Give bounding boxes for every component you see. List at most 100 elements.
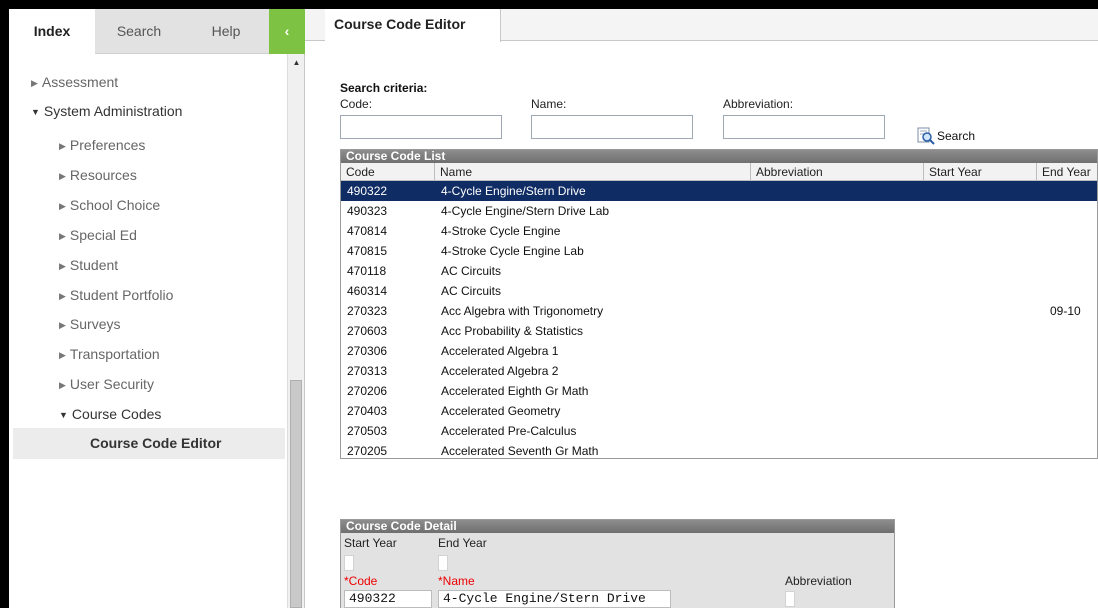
cell-name: 4-Stroke Cycle Engine Lab — [441, 244, 584, 258]
cell-code: 270503 — [347, 424, 388, 438]
tree-item-label: Resources — [69, 167, 137, 183]
tree-item-resources[interactable]: ▶ Resources — [59, 160, 137, 190]
tree-item-label: System Administration — [43, 103, 183, 119]
column-header-end-year[interactable]: End Year — [1037, 163, 1097, 181]
detail-start-year-label: Start Year — [344, 536, 397, 550]
tab-search[interactable]: Search — [95, 9, 183, 54]
table-row[interactable]: 270503 Accelerated Pre-Calculus — [341, 421, 1097, 441]
tree-item-student-portfolio[interactable]: ▶ Student Portfolio — [59, 280, 173, 310]
navigation-tree: ▶ Assessment ▼ System Administration ▶ Pref… — [9, 54, 285, 608]
cell-code: 470815 — [347, 244, 388, 258]
table-row[interactable]: 470118 AC Circuits — [341, 261, 1097, 281]
tree-item-course-codes[interactable]: ▼ Course Codes — [59, 399, 161, 429]
cell-name: Accelerated Seventh Gr Math — [441, 444, 599, 458]
table-row[interactable]: 460314 AC Circuits — [341, 281, 1097, 301]
tree-item-preferences[interactable]: ▶ Preferences — [59, 130, 145, 160]
tree-item-label: School Choice — [69, 197, 161, 213]
scrollbar-thumb[interactable] — [290, 380, 302, 608]
tab-help[interactable]: Help — [183, 9, 269, 54]
cell-name: Accelerated Algebra 1 — [441, 344, 559, 358]
triangle-right-icon: ▶ — [59, 350, 66, 360]
sidebar: Index Search Help ‹ ▶ Assessment ▼ System … — [9, 9, 305, 608]
triangle-right-icon: ▶ — [59, 320, 66, 330]
table-row[interactable]: 270206 Accelerated Eighth Gr Math — [341, 381, 1097, 401]
search-button[interactable]: Search — [917, 126, 975, 146]
course-code-list-title: Course Code List — [341, 150, 1097, 163]
tree-item-label: Course Codes — [71, 406, 162, 422]
column-header-abbreviation[interactable]: Abbreviation — [751, 163, 924, 181]
table-row[interactable]: 470814 4-Stroke Cycle Engine — [341, 221, 1097, 241]
cell-name: Accelerated Geometry — [441, 404, 561, 418]
cell-code: 490323 — [347, 204, 388, 218]
table-row[interactable]: 270313 Accelerated Algebra 2 — [341, 361, 1097, 381]
magnifier-document-icon — [917, 127, 935, 145]
tree-item-label: User Security — [69, 376, 154, 392]
cell-code: 270206 — [347, 384, 388, 398]
triangle-right-icon: ▶ — [59, 291, 66, 301]
chevron-left-icon: ‹ — [284, 23, 290, 39]
tab-course-code-editor[interactable]: Course Code Editor — [325, 9, 501, 42]
tree-item-special-ed[interactable]: ▶ Special Ed — [59, 220, 137, 250]
main-content: Course Code Editor Search criteria: Code… — [305, 9, 1098, 608]
sidebar-scrollbar[interactable]: ▲ — [287, 54, 304, 608]
column-header-name[interactable]: Name — [435, 163, 751, 181]
table-row[interactable]: 470815 4-Stroke Cycle Engine Lab — [341, 241, 1097, 261]
tree-item-assessment[interactable]: ▶ Assessment — [31, 67, 118, 97]
collapse-sidebar-button[interactable]: ‹ — [269, 9, 305, 54]
scroll-up-arrow-icon[interactable]: ▲ — [288, 58, 305, 67]
detail-name-input[interactable]: 4-Cycle Engine/Stern Drive — [438, 590, 671, 608]
table-header: Code Name Abbreviation Start Year End Ye… — [341, 163, 1097, 181]
code-search-input[interactable] — [340, 115, 502, 139]
tree-item-label: Surveys — [69, 316, 121, 332]
table-row[interactable]: 270403 Accelerated Geometry — [341, 401, 1097, 421]
cell-name: 4-Stroke Cycle Engine — [441, 224, 561, 238]
cell-code: 270306 — [347, 344, 388, 358]
table-row[interactable]: 270323 Acc Algebra with Trigonometry 09-10 — [341, 301, 1097, 321]
detail-abbreviation-label: Abbreviation — [785, 574, 852, 588]
search-criteria-title: Search criteria: — [340, 81, 428, 95]
course-code-list: Course Code List Code Name Abbreviation … — [340, 149, 1098, 459]
table-row[interactable]: 490323 4-Cycle Engine/Stern Drive Lab — [341, 201, 1097, 221]
cell-code: 470814 — [347, 224, 388, 238]
tree-item-student[interactable]: ▶ Student — [59, 250, 118, 280]
cell-code: 270603 — [347, 324, 388, 338]
detail-start-year-input[interactable] — [344, 555, 354, 571]
cell-name: Acc Probability & Statistics — [441, 324, 584, 338]
cell-end-year: 09-10 — [1050, 304, 1081, 318]
tree-item-label: Student — [69, 257, 119, 273]
triangle-right-icon: ▶ — [59, 141, 66, 151]
tree-item-school-choice[interactable]: ▶ School Choice — [59, 190, 160, 220]
search-button-label: Search — [937, 129, 976, 143]
cell-name: 4-Cycle Engine/Stern Drive Lab — [441, 204, 610, 218]
tree-item-system-administration[interactable]: ▼ System Administration — [31, 96, 182, 126]
column-header-start-year[interactable]: Start Year — [924, 163, 1037, 181]
tree-item-surveys[interactable]: ▶ Surveys — [59, 309, 121, 339]
table-row[interactable]: 270603 Acc Probability & Statistics — [341, 321, 1097, 341]
tab-index[interactable]: Index — [9, 9, 95, 54]
tree-item-user-security[interactable]: ▶ User Security — [59, 369, 154, 399]
table-row[interactable]: 270306 Accelerated Algebra 1 — [341, 341, 1097, 361]
cell-code: 470118 — [347, 264, 387, 278]
cell-code: 270323 — [347, 304, 388, 318]
detail-abbreviation-input[interactable] — [785, 591, 795, 607]
tree-item-transportation[interactable]: ▶ Transportation — [59, 339, 160, 369]
triangle-right-icon: ▶ — [59, 201, 66, 211]
cell-name: Accelerated Algebra 2 — [441, 364, 559, 378]
name-search-input[interactable] — [531, 115, 693, 139]
cell-code: 460314 — [347, 284, 388, 298]
detail-end-year-label: End Year — [438, 536, 487, 550]
detail-end-year-input[interactable] — [438, 555, 448, 571]
app-window: Index Search Help ‹ ▶ Assessment ▼ System … — [9, 9, 1098, 608]
triangle-right-icon: ▶ — [59, 171, 66, 181]
abbreviation-search-input[interactable] — [723, 115, 885, 139]
detail-code-input[interactable]: 490322 — [344, 590, 432, 608]
column-header-code[interactable]: Code — [341, 163, 435, 181]
table-row[interactable]: 490322 4-Cycle Engine/Stern Drive — [341, 181, 1097, 201]
cell-name: 4-Cycle Engine/Stern Drive — [441, 184, 586, 198]
tree-item-course-code-editor[interactable]: Course Code Editor — [13, 428, 285, 459]
code-label: Code: — [340, 97, 373, 111]
cell-name: Accelerated Eighth Gr Math — [441, 384, 589, 398]
table-row[interactable]: 270205 Accelerated Seventh Gr Math — [341, 441, 1097, 458]
tree-item-label: Assessment — [41, 74, 119, 90]
tree-item-label: Special Ed — [69, 227, 137, 243]
